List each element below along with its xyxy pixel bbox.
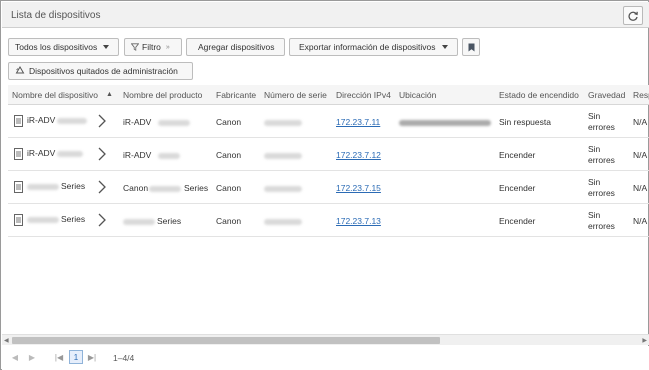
power-state: Encender	[499, 183, 536, 193]
product-name: iR-ADV	[123, 117, 152, 127]
device-scope-label: Todos los dispositivos	[15, 42, 98, 52]
product-name: iR-ADV	[123, 150, 152, 160]
document-icon	[14, 181, 23, 193]
column-severity[interactable]: Gravedad	[588, 90, 625, 100]
filter-button[interactable]: Filtro »	[124, 38, 182, 56]
table-row[interactable]: iR-ADV iR-ADV Canon 172.23.7.11 Sin resp…	[8, 105, 649, 138]
add-devices-label: Agregar dispositivos	[198, 42, 275, 52]
severity-line1: Sin	[588, 144, 601, 154]
export-button[interactable]: Exportar información de dispositivos	[289, 38, 458, 56]
removed-devices-button[interactable]: Dispositivos quitados de administración	[8, 62, 193, 80]
previous-page-icon[interactable]: ◀	[8, 350, 22, 364]
product-name: Series	[157, 216, 182, 226]
response: N/A	[633, 150, 648, 160]
response: N/A	[633, 216, 648, 226]
response: N/A	[633, 117, 648, 127]
manufacturer: Canon	[216, 216, 242, 226]
filter-icon	[131, 43, 139, 51]
column-location[interactable]: Ubicación	[399, 90, 436, 100]
product-name: Series	[184, 183, 209, 193]
column-serial-number[interactable]: Número de serie	[264, 90, 327, 100]
document-icon	[14, 148, 23, 160]
current-page[interactable]: 1	[69, 350, 83, 364]
response: N/A	[633, 183, 648, 193]
manufacturer: Canon	[216, 183, 242, 193]
next-page-icon[interactable]: ▶	[25, 350, 39, 364]
document-icon	[14, 214, 23, 226]
chevron-right-icon[interactable]	[96, 147, 108, 161]
device-name: iR-ADV	[27, 148, 56, 158]
refresh-icon	[628, 11, 638, 21]
pagination: ◀ ▶ |◀ 1 ▶| 1–4/4	[2, 346, 649, 370]
table-row[interactable]: Series Series Canon 172.23.7.13 Encender…	[8, 204, 649, 237]
record-count: 1–4/4	[113, 353, 135, 363]
device-table: Nombre del dispositivo ▲ Nombre del prod…	[8, 85, 649, 334]
device-name: Series	[61, 214, 86, 224]
device-list-window: Lista de dispositivos Todos los disposit…	[0, 0, 649, 370]
column-response[interactable]: Resp	[633, 90, 649, 100]
table-row[interactable]: Series Canon Series Canon 172.23.7.15 En…	[8, 171, 649, 204]
ipv4-link[interactable]: 172.23.7.15	[336, 183, 381, 193]
ipv4-link[interactable]: 172.23.7.13	[336, 216, 381, 226]
severity-line2: errores	[588, 188, 615, 198]
severity-line2: errores	[588, 155, 615, 165]
power-state: Encender	[499, 216, 536, 226]
sort-ascending-icon[interactable]: ▲	[106, 91, 113, 98]
add-devices-button[interactable]: Agregar dispositivos	[186, 38, 285, 56]
column-product-name[interactable]: Nombre del producto	[123, 90, 202, 100]
chevron-down-icon	[103, 45, 110, 49]
power-state: Sin respuesta	[499, 117, 551, 127]
first-page-icon[interactable]: |◀	[52, 350, 66, 364]
ipv4-link[interactable]: 172.23.7.12	[336, 150, 381, 160]
scrollbar-thumb[interactable]	[12, 337, 440, 344]
column-device-name[interactable]: Nombre del dispositivo	[12, 90, 98, 100]
export-label: Exportar información de dispositivos	[299, 42, 436, 52]
table-header: Nombre del dispositivo ▲ Nombre del prod…	[8, 85, 649, 105]
manufacturer: Canon	[216, 150, 242, 160]
filter-label: Filtro	[142, 42, 161, 52]
chevron-right-icon[interactable]	[96, 114, 108, 128]
scroll-left-icon[interactable]: ◀	[4, 337, 9, 344]
removed-devices-label: Dispositivos quitados de administración	[29, 66, 178, 76]
table-row[interactable]: iR-ADV iR-ADV Canon 172.23.7.12 Encender…	[8, 138, 649, 171]
severity-line2: errores	[588, 122, 615, 132]
column-power-state[interactable]: Estado de encendido	[499, 90, 579, 100]
power-state: Encender	[499, 150, 536, 160]
last-page-icon[interactable]: ▶|	[85, 350, 99, 364]
chevron-right-icon[interactable]	[96, 213, 108, 227]
device-name: iR-ADV	[27, 115, 56, 125]
bookmark-button[interactable]	[462, 38, 480, 56]
bookmark-icon	[468, 43, 474, 51]
chevron-down-icon	[441, 45, 448, 49]
severity-line1: Sin	[588, 210, 601, 220]
refresh-button[interactable]	[623, 6, 643, 25]
product-prefix: Canon	[123, 183, 149, 193]
column-manufacturer[interactable]: Fabricante	[216, 90, 256, 100]
ipv4-link[interactable]: 172.23.7.11	[336, 117, 380, 127]
device-name: Series	[61, 181, 86, 191]
severity-line1: Sin	[588, 177, 601, 187]
horizontal-scrollbar[interactable]: ◀ ▶	[2, 334, 649, 345]
severity-line1: Sin	[588, 111, 601, 121]
double-chevron-down-icon: »	[165, 43, 170, 51]
chevron-right-icon[interactable]	[96, 180, 108, 194]
device-scope-select[interactable]: Todos los dispositivos	[8, 38, 119, 56]
window-title: Lista de dispositivos	[11, 10, 101, 21]
column-ipv4[interactable]: Dirección IPv4	[336, 90, 391, 100]
title-bar: Lista de dispositivos	[2, 2, 649, 28]
scroll-right-icon[interactable]: ▶	[642, 337, 647, 344]
document-icon	[14, 115, 23, 127]
severity-line2: errores	[588, 221, 615, 231]
manufacturer: Canon	[216, 117, 242, 127]
recycle-icon	[15, 66, 25, 74]
